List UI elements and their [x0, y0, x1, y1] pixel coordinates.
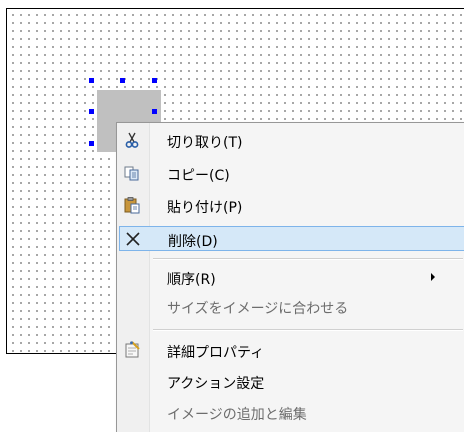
menu-item-cut[interactable]: 切り取り(T) [119, 128, 464, 153]
properties-icon [125, 341, 140, 358]
menu-separator [153, 329, 463, 331]
menu-item-label: 貼り付け(P) [167, 200, 243, 216]
menu-item-action-settings[interactable]: アクション設定 [119, 369, 464, 394]
paste-icon [124, 197, 140, 214]
selection-handle-top-center[interactable] [120, 78, 125, 83]
copy-icon [124, 166, 139, 181]
scissors-icon [125, 132, 139, 148]
menu-item-label: コピー(C) [167, 168, 230, 184]
menu-item-add-edit-image[interactable]: イメージの追加と編集 [119, 400, 464, 425]
context-menu: 切り取り(T) コピー(C) 貼り付け(P) 削除(D) 順序(R) サイズをイ… [116, 122, 464, 432]
selection-handle-top-right[interactable] [152, 78, 157, 83]
menu-item-label: サイズをイメージに合わせる [167, 301, 349, 317]
menu-item-delete[interactable]: 削除(D) [119, 226, 464, 251]
menu-item-paste[interactable]: 貼り付け(P) [119, 193, 464, 218]
selection-handle-middle-left[interactable] [89, 109, 94, 114]
menu-separator [153, 258, 463, 260]
menu-item-label: 詳細プロパティ [167, 345, 265, 361]
selection-handle-top-left[interactable] [89, 78, 94, 83]
submenu-arrow-icon [431, 273, 435, 281]
menu-item-label: 削除(D) [168, 234, 218, 250]
stage: 切り取り(T) コピー(C) 貼り付け(P) 削除(D) 順序(R) サイズをイ… [0, 0, 464, 432]
selection-handle-middle-right[interactable] [152, 109, 157, 114]
menu-item-label: アクション設定 [167, 376, 265, 392]
delete-x-icon [126, 232, 140, 246]
menu-item-label: 切り取り(T) [167, 135, 243, 151]
menu-item-label: イメージの追加と編集 [167, 407, 307, 423]
menu-item-copy[interactable]: コピー(C) [119, 161, 464, 186]
menu-item-label: 順序(R) [167, 272, 216, 288]
menu-item-order[interactable]: 順序(R) [119, 265, 464, 290]
menu-item-fit-to-image[interactable]: サイズをイメージに合わせる [119, 294, 464, 319]
selection-handle-bottom-left[interactable] [89, 141, 94, 146]
menu-item-properties[interactable]: 詳細プロパティ [119, 338, 464, 363]
